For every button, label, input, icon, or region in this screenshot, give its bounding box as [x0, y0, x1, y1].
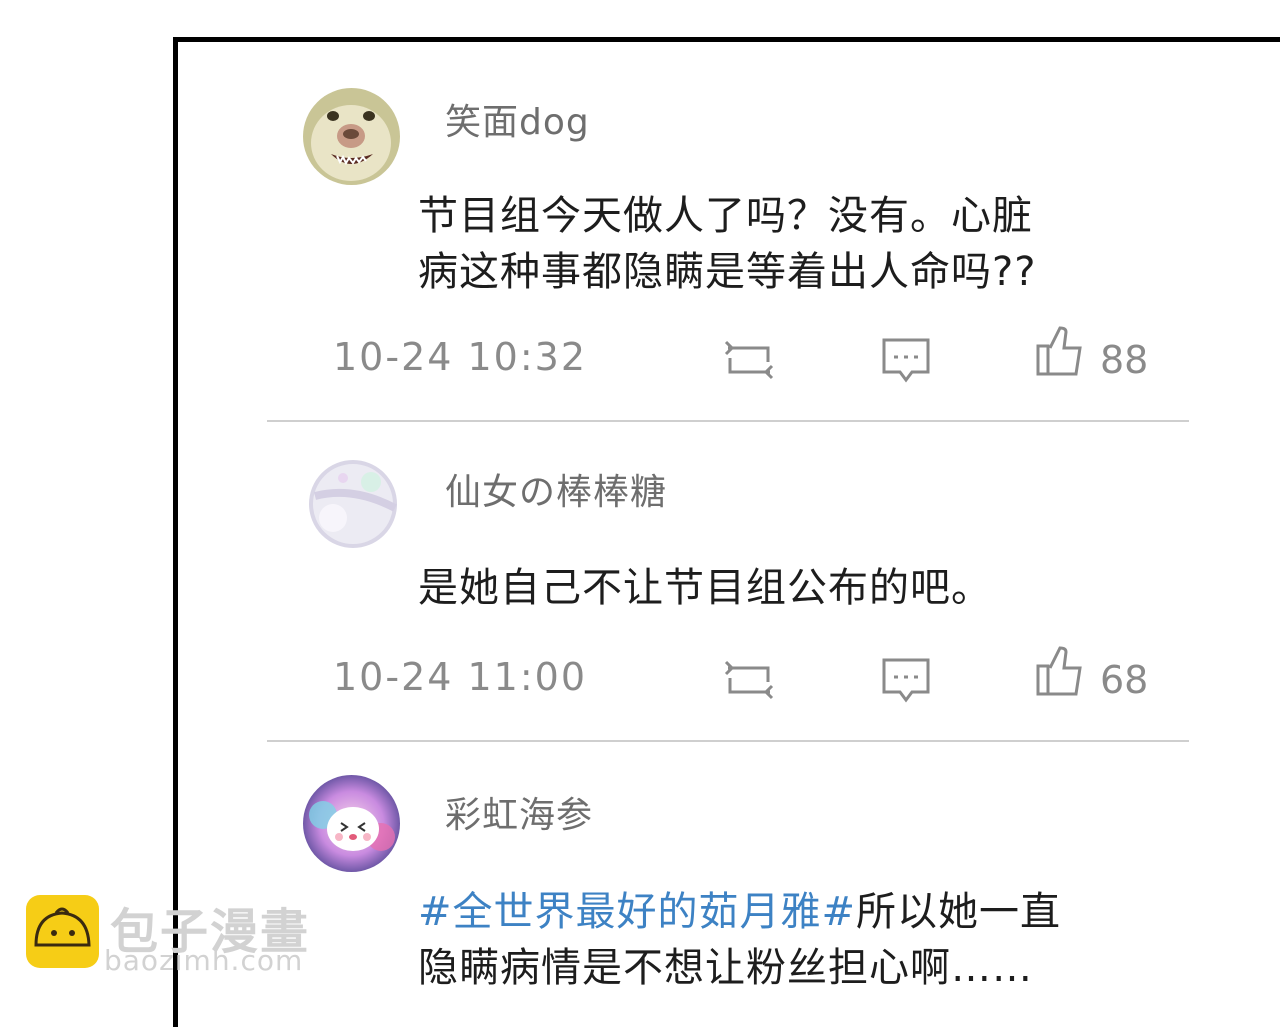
comment-text-line: 节目组今天做人了吗？没有。心脏 [418, 193, 1033, 239]
comment-time: 10-24 10:32 [333, 335, 588, 379]
thumbs-up-icon[interactable] [1036, 646, 1082, 700]
comment-text-line: 是她自己不让节目组公布的吧。 [418, 565, 992, 611]
dog-face-avatar[interactable] [303, 88, 400, 185]
username[interactable]: 笑面dog [445, 93, 590, 145]
bun-logo-icon [26, 895, 99, 968]
username[interactable]: 彩虹海参 [445, 786, 593, 838]
repost-icon[interactable] [720, 658, 778, 706]
comment-text-line: #全世界最好的茹月雅#所以她一直 [418, 884, 1118, 940]
comment-icon[interactable] [882, 658, 930, 708]
lollipop-avatar[interactable] [303, 456, 400, 553]
comment-text-line: 病这种事都隐瞒是等着出人命吗?? [418, 249, 1037, 295]
comment-text-fragment: 所以她一直 [856, 889, 1062, 935]
cute-blob-avatar[interactable] [303, 775, 400, 872]
divider [267, 420, 1189, 422]
like-count: 68 [1100, 658, 1149, 702]
comment-text: #全世界最好的茹月雅#所以她一直 隐瞒病情是不想让粉丝担心啊…… [418, 884, 1118, 996]
comment-text: 节目组今天做人了吗？没有。心脏 病这种事都隐瞒是等着出人命吗?? [418, 188, 1118, 300]
watermark-url: baozimh.com [104, 944, 304, 977]
thumbs-up-icon[interactable] [1036, 326, 1082, 380]
comment-text-line: 隐瞒病情是不想让粉丝担心啊…… [418, 945, 1033, 991]
like-count: 88 [1100, 338, 1149, 382]
comment-text: 是她自己不让节目组公布的吧。 [418, 560, 1118, 616]
divider [267, 740, 1189, 742]
hashtag-link[interactable]: #全世界最好的茹月雅# [418, 889, 856, 935]
repost-icon[interactable] [720, 338, 778, 386]
comment-time: 10-24 11:00 [333, 655, 588, 699]
username[interactable]: 仙女の棒棒糖 [445, 463, 667, 515]
comment-icon[interactable] [882, 338, 930, 388]
